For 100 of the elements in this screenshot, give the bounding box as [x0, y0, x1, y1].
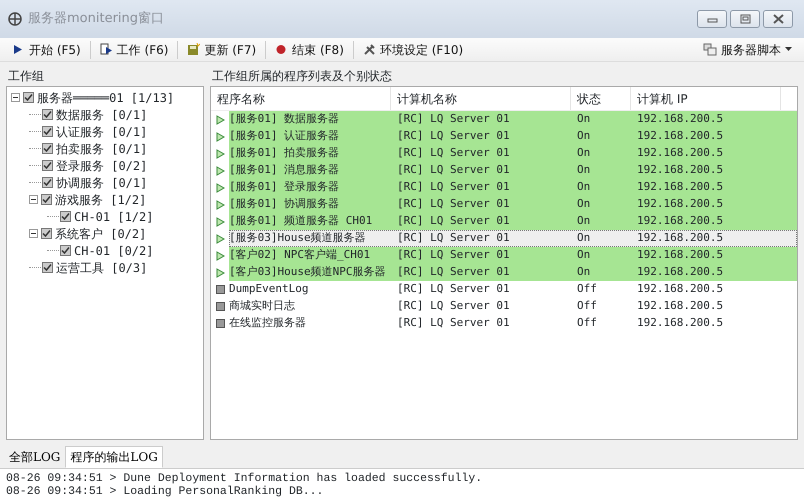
table-cell-text: 商城实时日志 [229, 298, 296, 314]
list-row[interactable]: DumpEventLog [RC] LQ Server 01 Off 192.168.200.5 [229, 281, 797, 298]
table-cell-text: [RC] LQ Server 01 [396, 213, 511, 230]
table-cell-text: On [576, 162, 592, 178]
panel-title: 工作组 [7, 68, 45, 85]
tree-checkbox[interactable] [42, 143, 53, 154]
panel-title: 工作组所属的程序列表及个别状态 [211, 68, 393, 85]
tree-item[interactable]: CH-01 [1/2] [74, 208, 154, 226]
column-header[interactable]: 计算机名称 [391, 87, 571, 110]
table-cell-text: On [576, 179, 592, 196]
log-line: 08-26 09:34:51 > Loading PersonalRanking DB... [6, 485, 324, 498]
table-cell-text: [服务01] 频道服务器 CH01 [229, 213, 374, 230]
toolbar-button[interactable]: 环境设定 (F10) [356, 40, 470, 60]
expander-icon[interactable] [11, 93, 20, 102]
table-cell-text: [RC] LQ Server 01 [396, 230, 511, 246]
table-cell-text: [服务01] 认证服务器 [229, 128, 340, 144]
table-cell-text: On [576, 196, 592, 212]
column-header[interactable]: 计算机 IP [631, 87, 781, 110]
list-row[interactable]: 商城实时日志 [RC] LQ Server 01 Off 192.168.200.5 [229, 298, 797, 315]
window-title: 服务器monitering窗口 [28, 10, 164, 28]
tree-item[interactable]: 拍卖服务 [0/1] [56, 140, 148, 158]
list-row[interactable]: [服务03]House频道服务器 [RC] LQ Server 01 On 192.168.200.5 [229, 230, 797, 247]
tree-item[interactable]: 数据服务 [0/1] [56, 106, 148, 124]
table-cell-text: 192.168.200.5 [636, 247, 724, 264]
tree-checkbox[interactable] [42, 262, 53, 273]
tree-checkbox[interactable] [41, 228, 52, 239]
tree-checkbox[interactable] [42, 109, 53, 120]
table-cell-text: On [576, 247, 592, 264]
tree-checkbox[interactable] [60, 245, 71, 256]
script-menu-button[interactable]: 服务器脚本 [697, 40, 798, 60]
table-cell-text: DumpEventLog [229, 281, 310, 298]
table-cell-text: [RC] LQ Server 01 [396, 298, 511, 314]
toolbar-button[interactable]: 更新 (F7) [181, 40, 262, 60]
table-cell-text: 192.168.200.5 [636, 145, 724, 162]
floppy-icon [187, 43, 200, 56]
table-cell-text: 192.168.200.5 [636, 315, 724, 332]
tree-checkbox[interactable] [23, 92, 34, 103]
tree-item[interactable]: CH-01 [0/2] [74, 242, 154, 260]
close-icon [770, 13, 786, 25]
server-icon [703, 43, 717, 56]
list-row[interactable]: [服务01] 消息服务器 [RC] LQ Server 01 On 192.168.200.5 [229, 162, 797, 179]
list-row[interactable]: [服务01] 认证服务器 [RC] LQ Server 01 On 192.168.200.5 [229, 128, 797, 145]
tree-item[interactable]: 游戏服务 [1/2] [55, 190, 146, 208]
expander-icon[interactable] [29, 195, 38, 204]
toolbar-button[interactable]: 结束 (F8) [269, 40, 350, 60]
list-row[interactable]: [服务01] 数据服务器 [RC] LQ Server 01 On 192.168.200.5 [229, 111, 797, 128]
app-icon [8, 12, 22, 26]
table-cell-text: [客户03]House频道NPC服务器 [229, 264, 386, 280]
list-row[interactable]: 在线监控服务器 [RC] LQ Server 01 Off 192.168.200.5 [229, 315, 797, 332]
tree-checkbox[interactable] [60, 211, 71, 222]
table-cell-text: [RC] LQ Server 01 [396, 281, 511, 298]
table-cell-text: 192.168.200.5 [636, 162, 724, 178]
tree-item[interactable]: 系统客户 [0/2] [55, 224, 146, 242]
tree-checkbox[interactable] [42, 126, 53, 137]
table-cell-text: 192.168.200.5 [636, 298, 724, 314]
table-cell-text: 192.168.200.5 [636, 128, 724, 144]
stop-dot-icon [275, 43, 288, 56]
table-cell-text: On [576, 145, 592, 162]
table-cell-text: [RC] LQ Server 01 [396, 264, 511, 280]
expander-icon[interactable] [29, 229, 38, 238]
tree-item[interactable]: 登录服务 [0/2] [56, 156, 148, 174]
maximize-button[interactable] [730, 10, 760, 28]
table-cell-text: Off [576, 281, 598, 298]
table-cell-text: [RC] LQ Server 01 [396, 111, 511, 128]
table-cell-text: On [576, 264, 592, 280]
document-arrow-icon [100, 43, 113, 56]
table-cell-text: On [576, 128, 592, 144]
list-row[interactable]: [服务01] 频道服务器 CH01 [RC] LQ Server 01 On 192.168.200.5 [229, 213, 797, 230]
column-header[interactable]: 程序名称 [211, 87, 391, 110]
tree-item[interactable]: 服务器═════01 [1/13] [37, 88, 174, 106]
list-row[interactable]: [服务01] 拍卖服务器 [RC] LQ Server 01 On 192.168.200.5 [229, 145, 797, 162]
column-header[interactable]: 状态 [571, 87, 631, 110]
tree-item[interactable]: 认证服务 [0/1] [56, 122, 148, 140]
tree-checkbox[interactable] [42, 160, 53, 171]
list-row[interactable]: [客户02] NPC客户端_CH01 [RC] LQ Server 01 On 192.168.200.5 [229, 247, 797, 264]
minimize-button[interactable] [697, 10, 727, 28]
log-tab[interactable]: 程序的输出LOG [65, 446, 163, 468]
list-row[interactable]: [服务01] 登录服务器 [RC] LQ Server 01 On 192.168.200.5 [229, 179, 797, 196]
tree-checkbox[interactable] [41, 194, 52, 205]
table-cell-text: [服务01] 消息服务器 [229, 162, 340, 178]
close-button[interactable] [763, 10, 793, 28]
table-cell-text: 192.168.200.5 [636, 196, 724, 212]
list-row[interactable]: [客户03]House频道NPC服务器 [RC] LQ Server 01 On 192.168.200.5 [229, 264, 797, 281]
table-cell-text: On [576, 230, 592, 246]
table-cell-text: [服务01] 协调服务器 [229, 196, 340, 212]
tree-checkbox[interactable] [42, 177, 53, 188]
log-tab[interactable]: 全部LOG [4, 446, 66, 468]
table-cell-text: 在线监控服务器 [229, 315, 307, 332]
table-cell-text: On [576, 111, 592, 128]
toolbar-button[interactable]: 开始 (F5) [6, 40, 87, 60]
toolbar-button[interactable]: 工作 (F6) [94, 40, 174, 60]
caret-icon [785, 47, 792, 52]
table-cell-text: [RC] LQ Server 01 [396, 315, 511, 332]
table-cell-text: [RC] LQ Server 01 [396, 247, 511, 264]
tree-item[interactable]: 协调服务 [0/1] [56, 174, 148, 192]
table-cell-text: [RC] LQ Server 01 [396, 145, 511, 162]
list-row[interactable]: [服务01] 协调服务器 [RC] LQ Server 01 On 192.168.200.5 [229, 196, 797, 213]
tree-item[interactable]: 运营工具 [0/3] [56, 258, 148, 276]
maximize-icon [738, 13, 752, 25]
table-cell-text: [服务01] 登录服务器 [229, 179, 340, 196]
